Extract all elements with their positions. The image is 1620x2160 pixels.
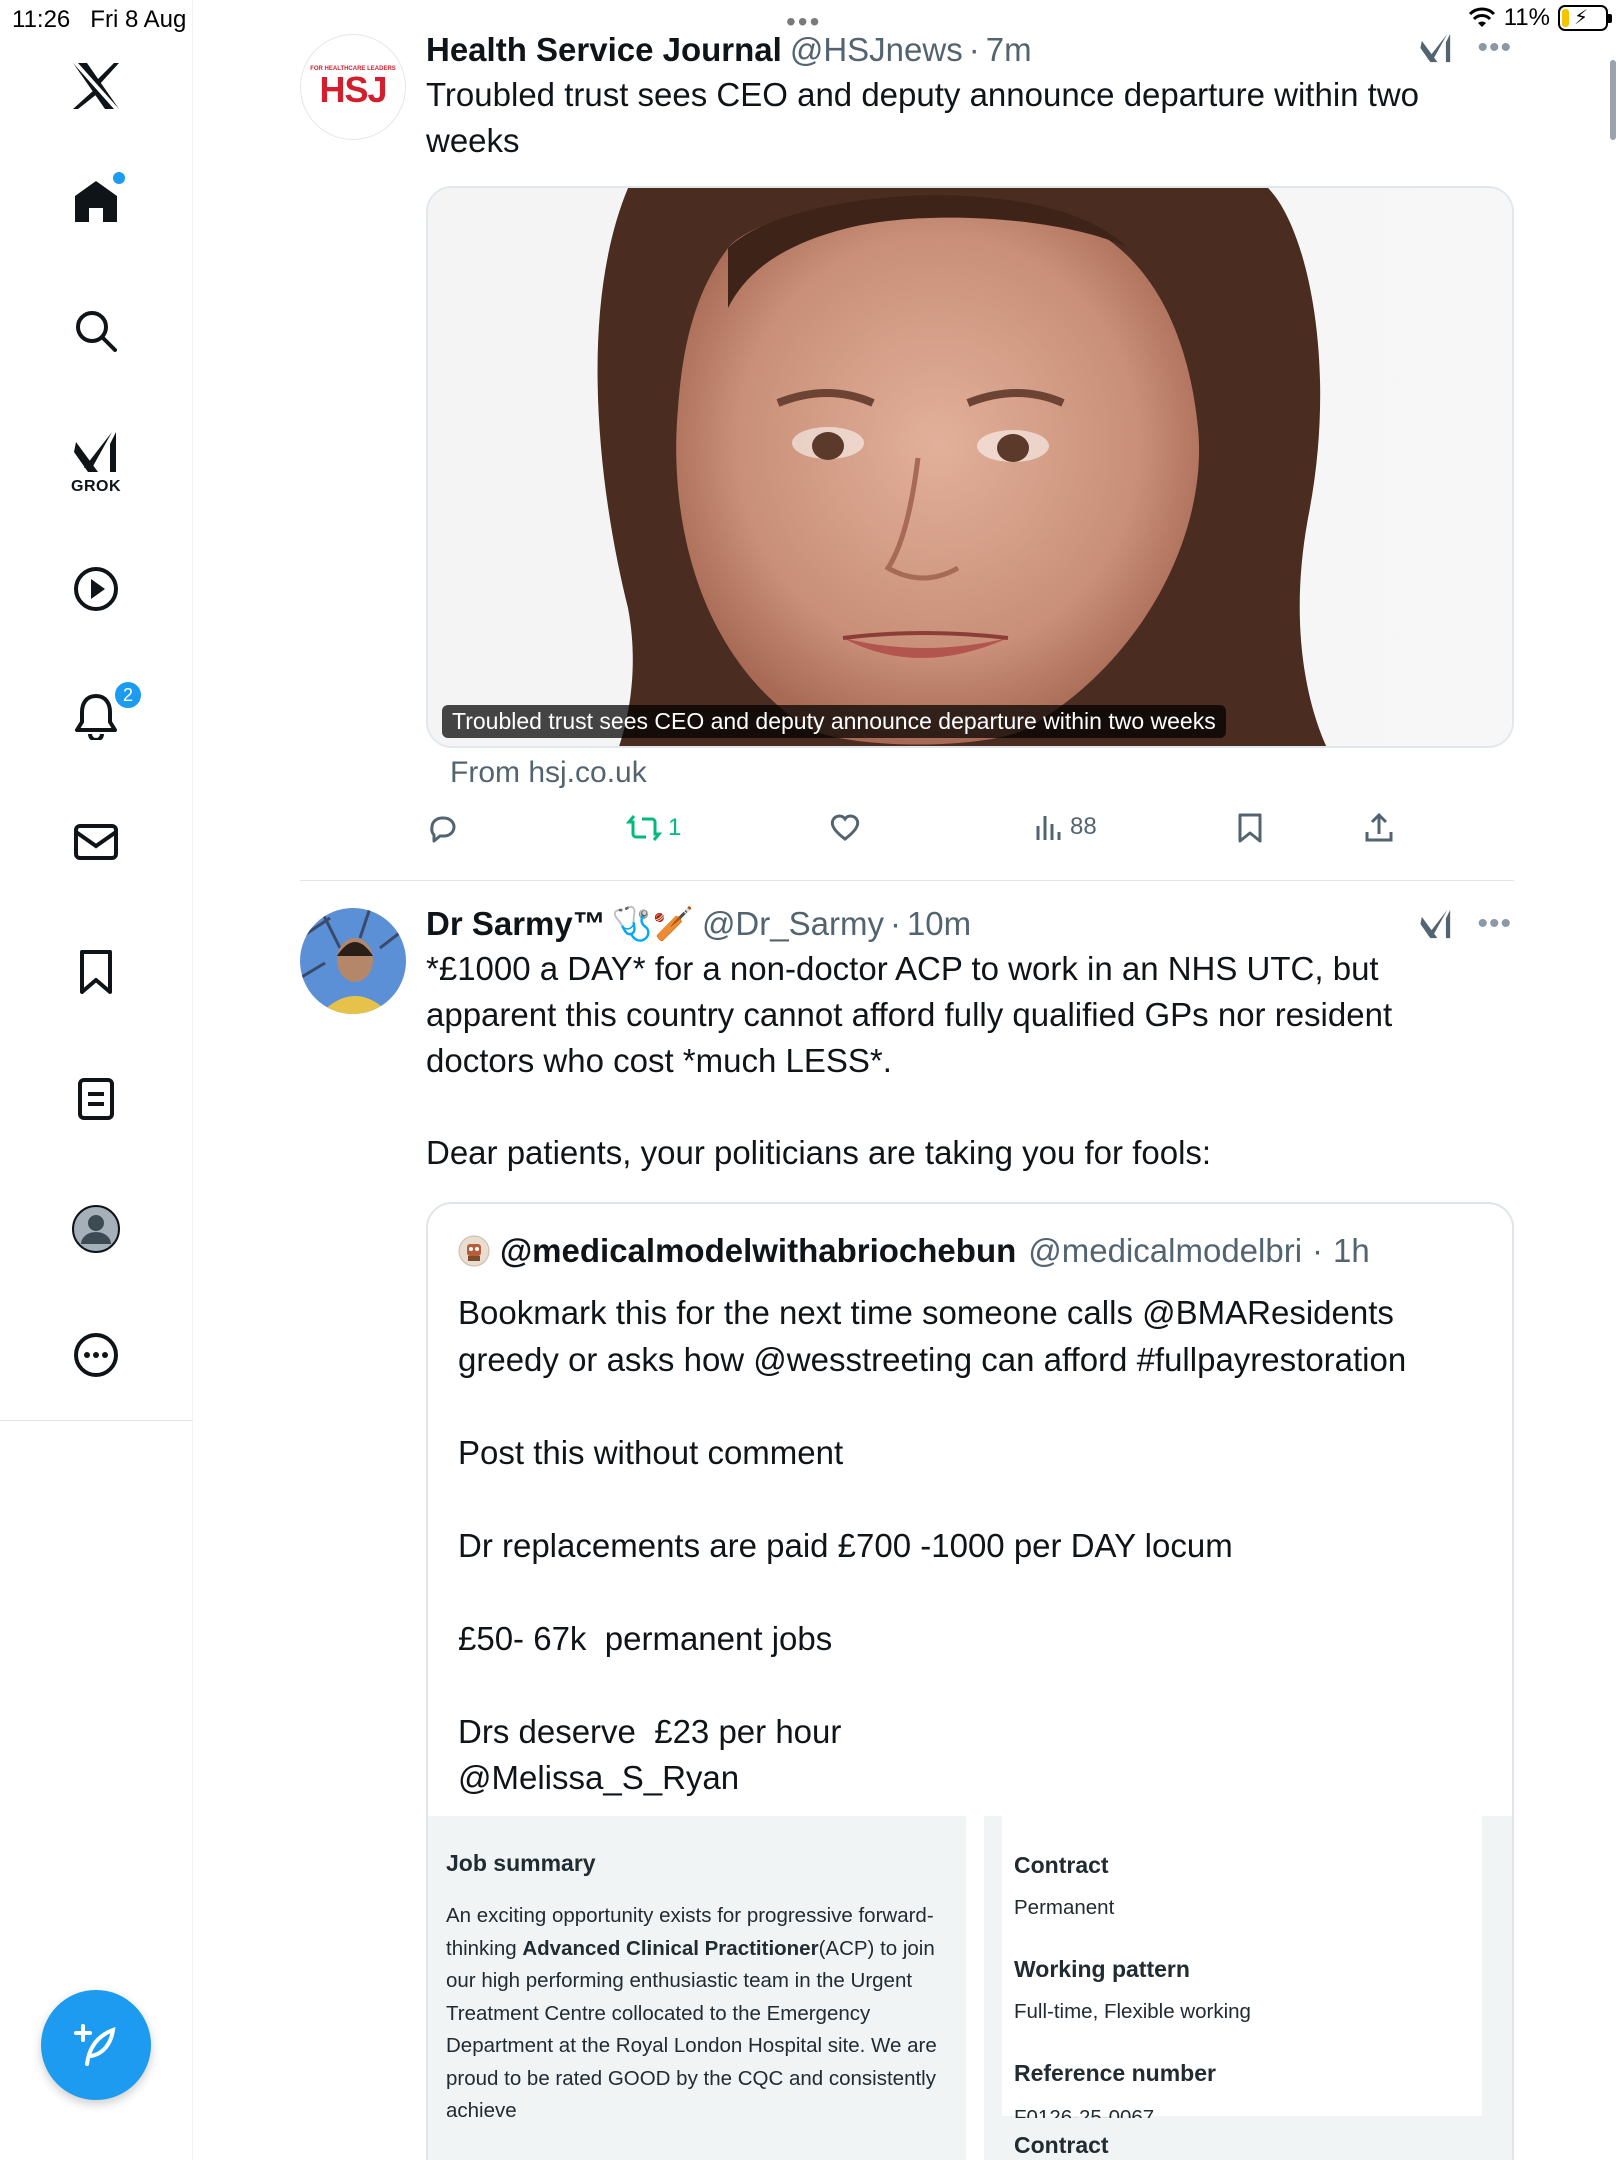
sidebar-item-grok[interactable]: GROK	[71, 428, 121, 496]
job-details-panel: Contract Permanent Working pattern Full-…	[984, 1816, 1512, 2160]
home-unread-dot	[113, 172, 125, 184]
sidebar-item-more[interactable]	[73, 1332, 119, 1378]
reply-icon	[430, 816, 456, 843]
more-options-icon[interactable]: •••	[1477, 33, 1512, 63]
analytics-icon	[1036, 816, 1061, 840]
home-icon	[75, 181, 117, 222]
sidebar-item-home[interactable]	[73, 172, 125, 224]
author-handle[interactable]: @Dr_Sarmy	[702, 902, 884, 946]
bookmark-button[interactable]	[1236, 812, 1264, 844]
feather-plus-icon	[74, 2024, 116, 2066]
sidebar-item-notifications[interactable]: 2	[73, 680, 143, 740]
post-text: Troubled trust sees CEO and deputy annou…	[426, 76, 1429, 159]
post-time[interactable]: 10m	[907, 902, 971, 946]
sidebar-item-explore[interactable]	[74, 309, 118, 353]
hsj-logo: HSJ	[319, 69, 387, 110]
sidebar-divider	[0, 1420, 193, 1421]
retweet-button[interactable]: 1	[626, 812, 681, 844]
bell-icon	[75, 694, 117, 740]
sidebar-item-video[interactable]	[73, 566, 119, 612]
grok-icon[interactable]	[1419, 30, 1453, 66]
quote-text: Bookmark this for the next time someone …	[458, 1294, 1407, 1796]
author-emoji: 🩺🏏	[611, 905, 694, 942]
post-text: *£1000 a DAY* for a non-doctor ACP to wo…	[426, 950, 1393, 1171]
grok-icon	[74, 432, 116, 472]
contract-value: Permanent	[1014, 1896, 1115, 1919]
more-options-icon[interactable]: •••	[1477, 909, 1512, 939]
sidebar-item-profile[interactable]	[71, 1204, 121, 1254]
play-icon	[74, 567, 118, 611]
x-logo-icon[interactable]	[70, 60, 122, 112]
avatar[interactable]	[300, 908, 406, 1014]
job-details-card: Contract Permanent Working pattern Full-…	[1002, 1816, 1482, 2118]
sidebar-item-messages[interactable]	[73, 822, 119, 862]
job-summary-panel: Job summary An exciting opportunity exis…	[428, 1816, 966, 2160]
grok-icon[interactable]	[1419, 906, 1453, 942]
bookmark-icon	[1238, 813, 1262, 843]
reference-value: F0126-25-0067	[1014, 2106, 1155, 2118]
avatar[interactable]	[458, 1235, 490, 1267]
job-summary-title: Job summary	[446, 1850, 596, 1876]
job-summary-text: An exciting opportunity exists for progr…	[446, 1904, 937, 2118]
author-handle[interactable]: @HSJnews	[790, 28, 963, 72]
sidebar: GROK 2	[0, 0, 193, 2160]
retweet-count: 1	[668, 814, 682, 841]
author-name[interactable]: Health Service Journal	[426, 28, 782, 72]
quote-handle[interactable]: @medicalmodelbri	[1028, 1232, 1302, 1270]
retweet-icon	[626, 815, 662, 841]
tweet-actions: 1 88	[426, 812, 1426, 856]
sidebar-item-lists[interactable]	[76, 1076, 116, 1122]
battery-icon: ⚡	[1558, 5, 1612, 31]
contract-label: Contract	[1014, 1852, 1109, 1878]
post-time[interactable]: 7m	[986, 28, 1032, 72]
search-icon	[76, 311, 117, 352]
sidebar-item-bookmarks[interactable]	[76, 948, 116, 996]
share-icon	[1365, 812, 1393, 842]
wifi-icon	[1468, 7, 1495, 27]
card-caption: Troubled trust sees CEO and deputy annou…	[442, 705, 1226, 738]
envelope-icon	[74, 824, 118, 860]
heart-icon	[830, 814, 860, 841]
article-photo	[428, 188, 1512, 746]
grok-label: GROK	[71, 478, 121, 495]
author-name[interactable]: Dr Sarmy™	[426, 902, 606, 946]
quote-author[interactable]: @medicalmodelwithabriochebun	[500, 1232, 1016, 1270]
more-icon	[74, 1333, 118, 1377]
reference-label: Reference number	[1014, 2060, 1216, 2086]
card-source[interactable]: From hsj.co.uk	[450, 756, 647, 790]
person-icon	[72, 1205, 120, 1253]
list-icon	[78, 1078, 114, 1120]
view-count: 88	[1070, 813, 1097, 840]
tweet-divider	[300, 880, 1514, 881]
notification-badge: 2	[113, 680, 143, 710]
bookmark-icon	[80, 950, 112, 994]
quote-time[interactable]: 1h	[1333, 1232, 1370, 1270]
compose-post-button[interactable]	[41, 1990, 151, 2100]
working-pattern-value: Full-time, Flexible working	[1014, 2000, 1251, 2023]
working-pattern-label: Working pattern	[1014, 1956, 1190, 1982]
panel-gap	[966, 1816, 984, 2160]
scrollbar[interactable]	[1610, 60, 1616, 140]
reply-button[interactable]	[426, 812, 458, 844]
avatar[interactable]: FOR HEALTHCARE LEADERS HSJ	[300, 34, 406, 140]
views-button[interactable]: 88	[1034, 812, 1097, 842]
like-button[interactable]	[829, 812, 861, 842]
contract-label-2: Contract	[1014, 2132, 1109, 2158]
quoted-tweet[interactable]: @medicalmodelwithabriochebun @medicalmod…	[426, 1202, 1514, 2160]
share-button[interactable]	[1364, 812, 1394, 844]
link-card[interactable]: Troubled trust sees CEO and deputy annou…	[426, 186, 1514, 748]
